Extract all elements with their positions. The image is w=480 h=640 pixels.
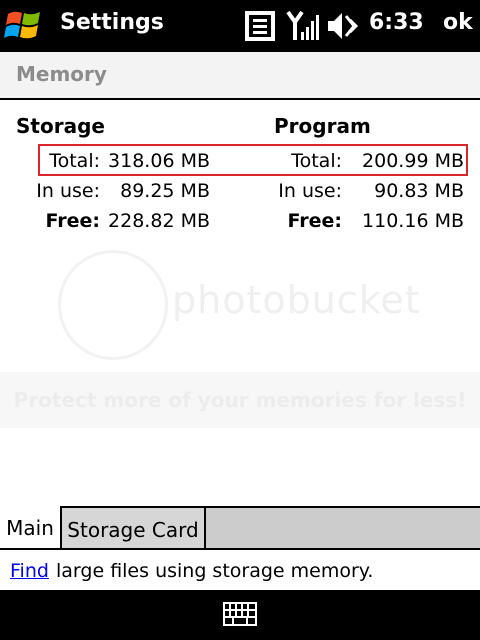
storage-total-label: Total:	[49, 150, 100, 172]
find-link[interactable]: Find	[10, 560, 49, 582]
tab-bar: Main Storage Card	[0, 506, 480, 550]
app-title: Settings	[60, 10, 164, 35]
storage-total-value: 318.06 MB	[108, 150, 210, 172]
find-description: large files using storage memory.	[56, 560, 374, 582]
storage-free-value: 228.82 MB	[108, 210, 210, 232]
watermark-subtext: Protect more of your memories for less!	[13, 388, 467, 412]
volume-icon[interactable]	[326, 10, 360, 42]
storage-free-label: Free:	[45, 210, 100, 232]
program-total-label: Total:	[291, 150, 342, 172]
program-inuse-value: 90.83 MB	[374, 180, 464, 202]
clock[interactable]: 6:33	[369, 10, 424, 35]
soft-key-bar	[0, 590, 480, 640]
windows-start-icon[interactable]	[4, 6, 44, 46]
tab-main[interactable]: Main	[0, 506, 62, 550]
page-title: Memory	[16, 62, 107, 86]
program-total-value: 200.99 MB	[362, 150, 464, 172]
find-files-line: Find large files using storage memory.	[0, 548, 480, 590]
memory-content: photobucket Protect more of your memorie…	[0, 100, 480, 506]
page-header: Memory	[0, 52, 480, 100]
storage-inuse-value: 89.25 MB	[120, 180, 210, 202]
program-free-label: Free:	[287, 210, 342, 232]
watermark-text: photobucket	[172, 278, 421, 322]
storage-inuse-label: In use:	[36, 180, 100, 202]
keyboard-icon[interactable]	[223, 602, 257, 626]
program-heading: Program	[274, 114, 371, 138]
signal-icon[interactable]	[286, 10, 320, 42]
ok-button[interactable]: ok	[443, 10, 473, 35]
title-bar: Settings 6:33 ok	[0, 0, 480, 52]
notification-icon[interactable]	[244, 10, 276, 42]
program-free-value: 110.16 MB	[362, 210, 464, 232]
storage-heading: Storage	[16, 114, 105, 138]
watermark-circle	[58, 250, 168, 360]
program-inuse-label: In use:	[278, 180, 342, 202]
tab-storage-card[interactable]: Storage Card	[62, 506, 206, 550]
